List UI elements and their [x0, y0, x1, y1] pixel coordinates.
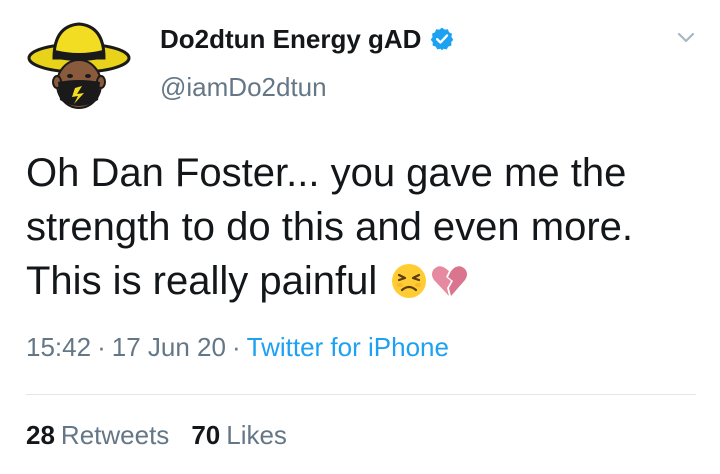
- tweet-time[interactable]: 15:42: [26, 332, 91, 362]
- verified-badge-icon: [429, 26, 455, 52]
- tweet-text-line: strength to do this and even more.: [26, 205, 634, 249]
- persevering-face-emoji-icon: [390, 260, 428, 298]
- divider: [26, 394, 696, 395]
- meta-separator: ·: [231, 332, 241, 362]
- likes-stat[interactable]: 70 Likes: [191, 420, 287, 450]
- retweets-stat[interactable]: 28 Retweets: [26, 420, 169, 450]
- avatar[interactable]: [24, 12, 134, 122]
- author-handle[interactable]: @iamDo2dtun: [160, 72, 327, 103]
- retweets-label: Retweets: [60, 420, 170, 450]
- tweet-stats: 28 Retweets 70 Likes: [26, 420, 287, 451]
- broken-heart-emoji-icon: [430, 260, 468, 298]
- likes-label: Likes: [226, 420, 287, 450]
- chevron-down-icon[interactable]: [676, 28, 696, 48]
- tweet-text-line: Oh Dan Foster... you gave me the: [26, 151, 627, 195]
- tweet-card: Do2dtun Energy gAD @iamDo2dtun Oh Dan Fo…: [0, 0, 720, 474]
- meta-separator: ·: [97, 332, 106, 362]
- tweet-text-line: This is really painful: [26, 259, 378, 303]
- likes-count: 70: [191, 420, 221, 450]
- avatar-image: [27, 22, 131, 109]
- retweets-count: 28: [26, 420, 55, 450]
- tweet-text: Oh Dan Foster... you gave me the strengt…: [26, 146, 706, 308]
- tweet-meta: 15:42 · 17 Jun 20 · Twitter for iPhone: [26, 332, 449, 363]
- tweet-source-link[interactable]: Twitter for iPhone: [247, 332, 449, 362]
- tweet-text-line-last: This is really painful: [26, 254, 706, 308]
- tweet-date[interactable]: 17 Jun 20: [112, 332, 226, 362]
- author-display-name[interactable]: Do2dtun Energy gAD: [160, 24, 421, 55]
- author-name-row: Do2dtun Energy gAD: [160, 22, 455, 56]
